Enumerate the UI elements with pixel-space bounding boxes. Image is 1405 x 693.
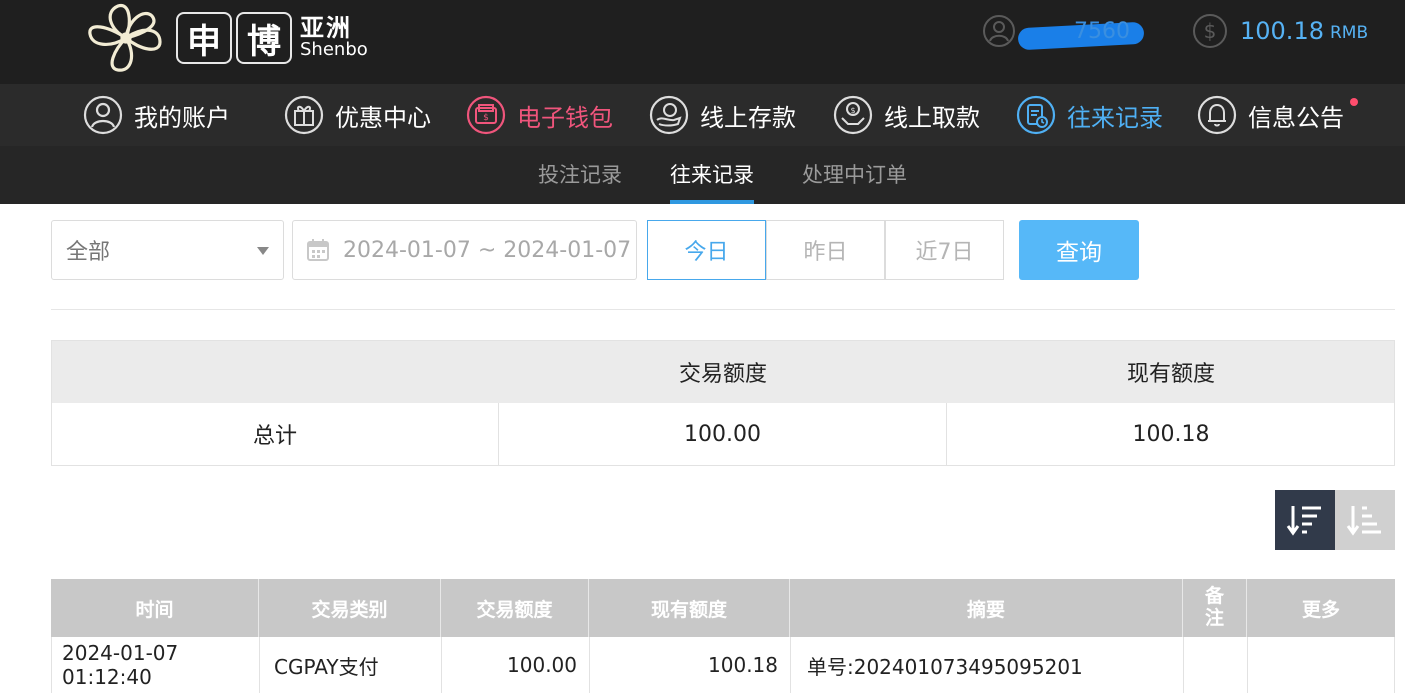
records-header-current-amount[interactable]: 现有额度 xyxy=(589,579,790,637)
nav-label: 我的账户 xyxy=(134,103,230,132)
bell-icon xyxy=(1197,95,1237,135)
quick-today-button[interactable]: 今日 xyxy=(647,220,766,280)
username: 7560 xyxy=(1017,18,1145,50)
tab-pending-orders[interactable]: 处理中订单 xyxy=(802,146,907,204)
cell-type: CGPAY支付 xyxy=(260,637,442,693)
svg-text:$: $ xyxy=(1204,19,1217,43)
active-tab-underline xyxy=(670,200,754,204)
logo-char-box-1: 申 xyxy=(176,12,232,64)
calendar-icon xyxy=(307,239,329,261)
records-icon xyxy=(1016,95,1056,135)
user-circle-icon xyxy=(83,95,123,135)
sort-desc-button[interactable] xyxy=(1275,490,1335,550)
cell-summary: 单号:202401073495095201 xyxy=(791,637,1184,693)
records-header-summary[interactable]: 摘要 xyxy=(790,579,1183,637)
records-table: 时间 交易类别 交易额度 现有额度 摘要 备注 更多 2024-01-07 01… xyxy=(51,579,1395,693)
quick-yesterday-button[interactable]: 昨日 xyxy=(766,220,885,280)
cell-more[interactable] xyxy=(1248,637,1394,693)
tab-transaction-records[interactable]: 往来记录 xyxy=(670,146,754,204)
query-button[interactable]: 查询 xyxy=(1019,220,1139,280)
tab-bet-records[interactable]: 投注记录 xyxy=(538,146,622,204)
nav-label: 电子钱包 xyxy=(517,103,613,132)
summary-header-current-amount: 现有额度 xyxy=(1126,362,1215,387)
cell-note xyxy=(1184,637,1248,693)
sort-asc-button[interactable] xyxy=(1335,490,1395,550)
summary-table: 交易额度 现有额度 总计 100.00 100.18 xyxy=(51,340,1395,466)
records-header-note[interactable]: 备注 xyxy=(1183,579,1247,637)
sort-descending-icon xyxy=(1286,506,1321,536)
logo-char-box-2: 博 xyxy=(236,12,292,64)
records-header-type[interactable]: 交易类别 xyxy=(259,579,441,637)
brand-logo[interactable]: 申 博 亚洲 Shenbo xyxy=(80,0,368,76)
balance-display: $ 100.18 RMB xyxy=(1192,10,1368,52)
svg-text:$: $ xyxy=(483,113,489,123)
summary-header-trade-amount: 交易额度 xyxy=(678,362,767,387)
nav-label: 线上存款 xyxy=(700,103,796,132)
dropdown-arrow-icon xyxy=(257,247,269,255)
records-header-row: 时间 交易类别 交易额度 现有额度 摘要 备注 更多 xyxy=(51,579,1395,637)
user-account[interactable]: 7560 xyxy=(982,10,1145,52)
nav-transaction-records[interactable]: 往来记录 xyxy=(1015,84,1163,146)
nav-label: 往来记录 xyxy=(1067,103,1163,132)
cell-trade-amount: 100.00 xyxy=(442,637,590,693)
nav-my-account[interactable]: 我的账户 xyxy=(82,84,230,146)
notification-dot xyxy=(1350,98,1358,106)
top-bar: 申 博 亚洲 Shenbo 7560 $ 100.18 RMB xyxy=(0,0,1405,84)
svg-text:$: $ xyxy=(850,106,855,115)
cell-time: 2024-01-07 01:12:40 xyxy=(52,637,260,693)
records-header-trade-amount[interactable]: 交易额度 xyxy=(441,579,589,637)
nav-promotions[interactable]: 优惠中心 xyxy=(283,84,431,146)
table-row[interactable]: 2024-01-07 01:12:40 CGPAY支付 100.00 100.1… xyxy=(51,637,1395,693)
logo-cn: 亚洲 xyxy=(300,13,352,42)
records-header-more[interactable]: 更多 xyxy=(1247,579,1395,637)
sort-ascending-icon xyxy=(1346,506,1381,536)
main-nav: 我的账户 优惠中心 $ 电子钱包 线上存款 $ 线上取款 往来记录 信息公告 xyxy=(0,84,1405,146)
deposit-icon xyxy=(649,95,689,135)
summary-total-label: 总计 xyxy=(52,403,499,465)
divider xyxy=(51,309,1395,310)
summary-current-amount: 100.18 xyxy=(1132,421,1210,447)
logo-en: Shenbo xyxy=(300,39,368,61)
cell-current-amount: 100.18 xyxy=(590,637,791,693)
user-icon xyxy=(983,15,1015,47)
dollar-coin-icon: $ xyxy=(1193,14,1227,48)
nav-label: 信息公告 xyxy=(1248,103,1344,132)
date-range-value: 2024-01-07 ~ 2024-01-07 xyxy=(343,237,632,263)
balance-currency: RMB xyxy=(1329,23,1369,43)
username-visible: 7560 xyxy=(1074,18,1130,44)
nav-online-withdraw[interactable]: $ 线上取款 xyxy=(832,84,980,146)
quick-7days-button[interactable]: 近7日 xyxy=(885,220,1004,280)
nav-label: 优惠中心 xyxy=(335,103,431,132)
nav-e-wallet[interactable]: $ 电子钱包 xyxy=(465,84,613,146)
gift-icon xyxy=(284,95,324,135)
withdraw-icon: $ xyxy=(833,95,873,135)
type-select-value: 全部 xyxy=(66,240,111,265)
flower-logo-icon xyxy=(88,3,162,72)
balance-value: 100.18 xyxy=(1240,17,1324,45)
logo-text: 亚洲 Shenbo xyxy=(300,13,368,61)
nav-label: 线上取款 xyxy=(884,103,980,132)
nav-announcements[interactable]: 信息公告 xyxy=(1196,84,1358,146)
date-range-input[interactable]: 2024-01-07 ~ 2024-01-07 xyxy=(292,220,637,280)
nav-online-deposit[interactable]: 线上存款 xyxy=(648,84,796,146)
summary-trade-amount: 100.00 xyxy=(499,403,947,465)
type-select[interactable]: 全部 xyxy=(51,220,284,280)
records-header-time[interactable]: 时间 xyxy=(51,579,259,637)
wallet-icon: $ xyxy=(466,95,506,135)
sub-nav: 投注记录 往来记录 处理中订单 xyxy=(0,146,1405,204)
